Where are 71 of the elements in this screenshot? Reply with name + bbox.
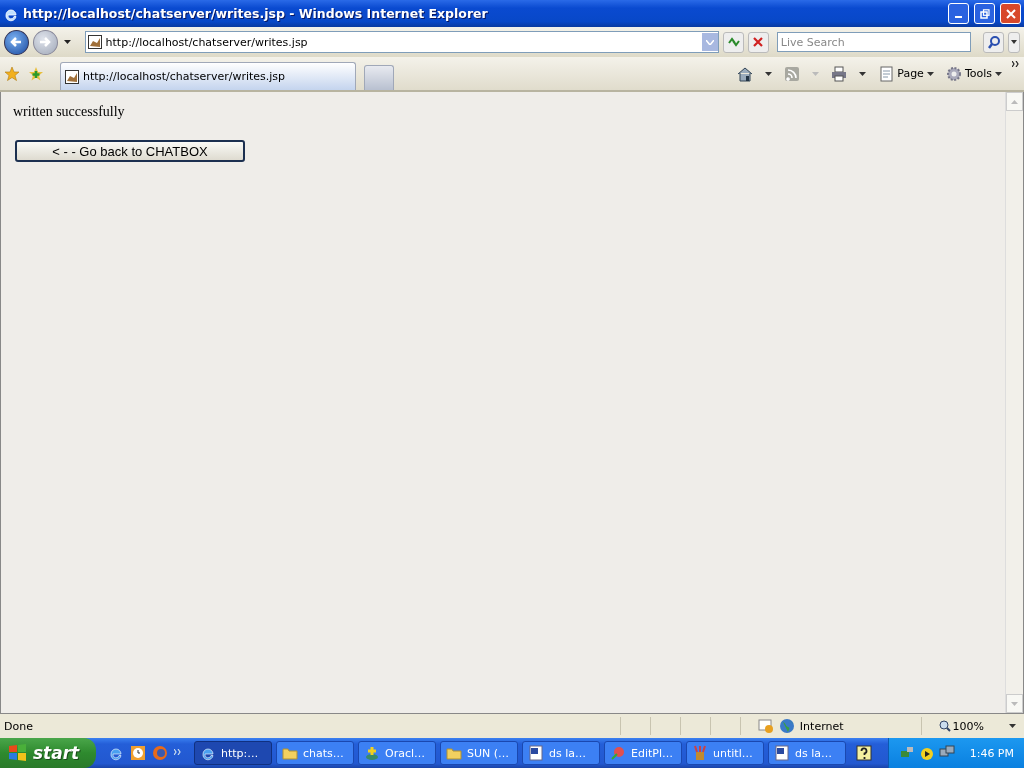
address-field[interactable]: http://localhost/chatserver/writes.jsp [84, 31, 720, 53]
clock-icon[interactable] [130, 745, 146, 761]
caret-icon[interactable] [765, 71, 773, 76]
caret-icon[interactable] [1009, 724, 1016, 728]
close-button[interactable] [1000, 3, 1021, 24]
search-options-button[interactable] [1008, 31, 1021, 53]
caret-icon[interactable] [859, 71, 867, 76]
printer-icon[interactable] [831, 65, 848, 82]
taskbar-button[interactable]: EditPl… [604, 741, 682, 765]
taskbar-button[interactable]: http:… [194, 741, 272, 765]
media-icon[interactable] [919, 745, 935, 761]
close-icon [1005, 8, 1016, 19]
search-field[interactable]: Live Search [776, 32, 972, 52]
page-icon [65, 69, 79, 84]
page-icon [87, 35, 102, 49]
gear-icon [945, 65, 962, 82]
tools-menu-button[interactable]: Tools [943, 65, 1004, 82]
folder-icon [282, 745, 298, 761]
zoom-button[interactable]: 100% [938, 719, 984, 733]
back-arrow-icon [9, 35, 24, 49]
back-button[interactable] [4, 29, 29, 55]
chevron-down-icon [706, 39, 715, 45]
globe-icon [778, 718, 795, 734]
caret-icon [1011, 40, 1018, 44]
scroll-up-icon [1011, 99, 1018, 104]
stop-button[interactable] [748, 31, 769, 53]
document-icon [528, 745, 544, 761]
browser-logo-icon [200, 745, 216, 761]
refresh-button[interactable] [723, 31, 744, 53]
caret-icon [995, 71, 1002, 76]
browser-logo-icon[interactable] [108, 745, 124, 761]
taskbar-button[interactable]: SUN (… [440, 741, 518, 765]
document-icon [774, 745, 790, 761]
popup-warning-icon [757, 718, 774, 734]
security-zone: Internet [799, 719, 844, 733]
caret-icon[interactable] [63, 40, 71, 44]
search-icon [986, 35, 1001, 49]
home-icon[interactable] [737, 65, 754, 82]
page-icon [880, 65, 895, 82]
restore-button[interactable] [974, 3, 995, 24]
caret-icon [926, 71, 934, 76]
minimize-icon [955, 16, 962, 18]
taskbar-button[interactable]: ds la… [768, 741, 846, 765]
minimize-button[interactable] [948, 3, 969, 24]
favorites-star-icon[interactable] [4, 65, 20, 82]
search-button[interactable] [983, 31, 1005, 53]
scroll-down-icon [1011, 701, 1018, 706]
windows-flag-icon [8, 744, 28, 762]
chevron-icon[interactable] [1012, 61, 1020, 67]
status-text: Done [4, 719, 33, 733]
zoom-icon [938, 720, 951, 732]
taskbar-button[interactable]: untitl… [686, 741, 764, 765]
browser-tab[interactable]: http://localhost/chatserver/writes.jsp [60, 62, 356, 90]
forward-arrow-icon [38, 35, 53, 49]
back-to-chat-button[interactable]: < - - Go back to CHATBOX [15, 140, 245, 162]
taskbar-button[interactable]: ds la… [522, 741, 600, 765]
close-icon [752, 36, 765, 48]
window-title: http://localhost/chatserver/writes.jsp - Windows Internet Explorer [23, 6, 488, 21]
clock-text: 1:46 PM [969, 746, 1014, 760]
scrollbar[interactable] [1005, 92, 1023, 713]
taskbar-button[interactable]: Oracl… [358, 741, 436, 765]
folder-icon [446, 745, 462, 761]
caret-icon [812, 71, 820, 76]
dropdown-button[interactable] [702, 33, 719, 51]
add-favorite-icon[interactable] [28, 65, 44, 82]
taskbar-button[interactable]: chats… [276, 741, 354, 765]
help-icon[interactable] [856, 745, 872, 761]
page-menu-button[interactable]: Page [878, 65, 936, 82]
restore-icon [979, 8, 990, 19]
start-button[interactable]: start [0, 738, 96, 768]
status-message: written successfully [13, 104, 126, 120]
